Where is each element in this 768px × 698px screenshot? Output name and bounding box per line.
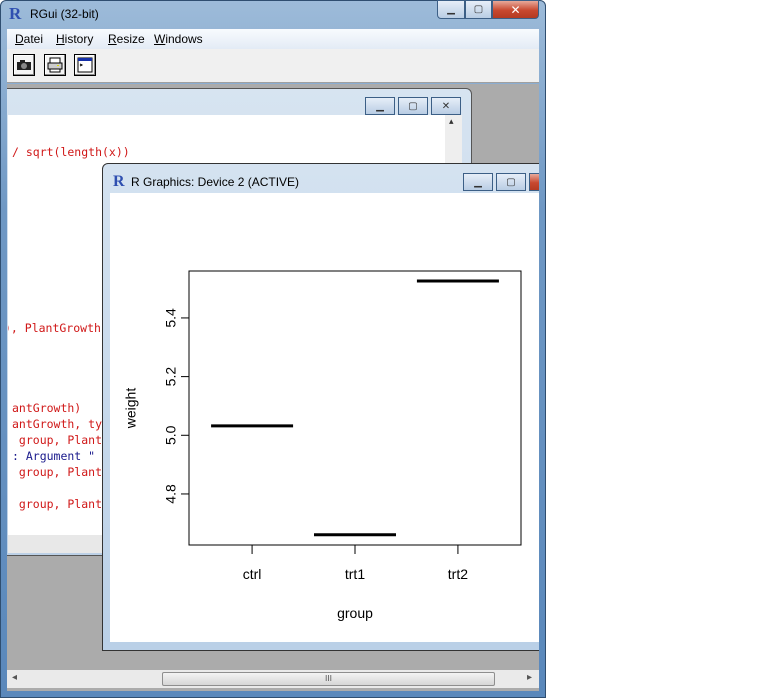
rgui-titlebar[interactable]: R RGui (32-bit) ▁ ▢ ✕ [0,0,546,28]
menu-datei[interactable]: Datei [15,32,43,46]
y-tick-label: 4.8 [163,484,179,504]
r-logo-icon: R [113,173,125,190]
x-tick-label: trt1 [345,566,365,582]
mdi-client-area: ▁ ▢ ✕ / sqrt(length(x)) ), PlantGrowth a… [7,84,539,691]
camera-icon [17,60,31,70]
y-tick-label: 5.0 [163,425,179,445]
print-button[interactable] [44,54,66,76]
console-line: : Argument " [12,449,96,463]
chart: 4.8 5.0 5.2 5.4 ctrl trt1 trt2 group weight [123,270,522,621]
console-line: group, Plant [12,497,103,511]
console-line: / sqrt(length(x)) [12,145,130,159]
y-axis-label: weight [123,388,139,430]
menu-resize[interactable]: Resize [108,32,145,46]
grip-icon: III [324,674,333,683]
maximize-button[interactable]: ▢ [465,0,492,19]
y-tick-label: 5.4 [163,308,179,328]
graphics-minimize-button[interactable]: ▁ [463,173,493,191]
maximize-icon: ▢ [506,176,516,188]
x-tick-label: trt2 [448,566,468,582]
console-window-icon [77,57,93,73]
close-icon: ✕ [441,100,451,112]
maximize-icon: ▢ [408,100,418,112]
scroll-right-icon[interactable]: ▸ [527,672,532,683]
printer-icon [47,57,63,73]
toolbar [7,49,539,83]
console-line: group, Plant [12,465,103,479]
x-axis: ctrl trt1 trt2 [243,545,468,582]
maximize-icon: ▢ [473,4,484,15]
y-axis: 4.8 5.0 5.2 5.4 [163,308,189,504]
graphics-device-window[interactable]: R R Graphics: Device 2 (ACTIVE) ▁ ▢ 4.8 5… [102,163,539,651]
console-minimize-button[interactable]: ▁ [365,97,395,115]
plot-canvas: 4.8 5.0 5.2 5.4 ctrl trt1 trt2 group weight [110,193,539,642]
copy-bitmap-button[interactable] [13,54,35,76]
y-tick-label: 5.2 [163,367,179,387]
console-line: antGrowth) [12,401,82,415]
console-line: ), PlantGrowth [8,321,101,335]
scroll-up-icon[interactable]: ▴ [449,117,454,127]
scrollbar-thumb[interactable]: III [162,672,495,686]
console-maximize-button[interactable]: ▢ [398,97,428,115]
close-icon: ✕ [510,2,521,17]
minimize-icon: ▁ [376,100,384,112]
x-tick-label: ctrl [243,566,262,582]
graphics-close-button[interactable] [529,173,539,191]
minimize-icon: ▁ [474,176,482,188]
scroll-left-icon[interactable]: ◂ [12,672,17,683]
minimize-icon: ▁ [447,4,455,15]
data-marks [211,279,499,537]
graphics-maximize-button[interactable]: ▢ [496,173,526,191]
main-horizontal-scrollbar[interactable]: ◂ III ▸ [7,670,539,688]
r-logo-icon: R [9,4,22,23]
menu-windows[interactable]: Windows [154,32,203,46]
menu-bar: Datei History Resize Windows [7,29,539,49]
graphics-window-title: R Graphics: Device 2 (ACTIVE) [131,175,300,189]
window-title: RGui (32-bit) [30,7,99,21]
menu-history[interactable]: History [56,32,93,46]
console-button[interactable] [74,54,96,76]
minimize-button[interactable]: ▁ [437,0,465,19]
console-close-button[interactable]: ✕ [431,97,461,115]
x-axis-label: group [337,605,373,621]
close-button[interactable]: ✕ [492,0,539,19]
console-line: antGrowth, ty [12,417,103,431]
plot-frame [188,270,522,546]
console-line: group, Plant [12,433,103,447]
